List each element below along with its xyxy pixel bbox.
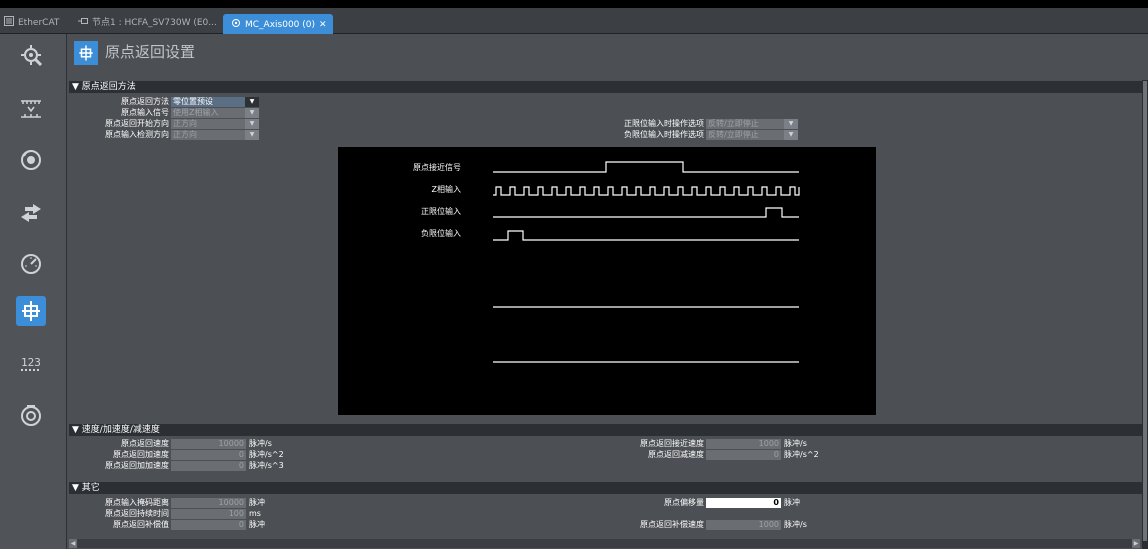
compensation-unit: 脉冲 xyxy=(249,520,265,529)
window-top-strip xyxy=(0,0,1148,8)
unit-conversion-icon[interactable] xyxy=(16,94,46,124)
homing-speed-field[interactable]: 10000 xyxy=(171,439,246,449)
settings-sidebar: 123 xyxy=(0,34,67,549)
input-signal-label: 原点输入信号 xyxy=(121,108,169,117)
homing-speed-unit: 脉冲/s xyxy=(249,439,272,448)
input-signal-select[interactable]: 使用Z相输入 ▼ xyxy=(171,108,259,118)
mask-distance-field[interactable]: 10000 xyxy=(171,498,246,508)
servo-drive-icon[interactable] xyxy=(16,400,46,430)
detect-direction-value: 正方向 xyxy=(173,130,197,139)
comp-speed-label: 原点返回补偿速度 xyxy=(640,520,704,529)
homing-jerk-field[interactable]: 0 xyxy=(171,461,246,471)
start-direction-select[interactable]: 正方向 ▼ xyxy=(171,119,259,129)
chevron-down-icon: ▼ xyxy=(245,108,259,118)
homing-method-select[interactable]: 零位置预设 ▼ xyxy=(171,97,259,107)
start-direction-label: 原点返回开始方向 xyxy=(105,119,169,128)
node-icon xyxy=(78,13,88,24)
pos-limit-label: 正限位输入时操作选项 xyxy=(624,119,704,128)
homing-title-icon xyxy=(74,41,98,65)
vertical-scroll-thumb[interactable] xyxy=(1143,81,1147,541)
start-direction-value: 正方向 xyxy=(173,119,197,128)
home-offset-label: 原点偏移量 xyxy=(664,498,704,507)
compensation-field[interactable]: 0 xyxy=(171,520,246,530)
chevron-down-icon: ▼ xyxy=(784,130,798,140)
detect-direction-label: 原点输入检测方向 xyxy=(105,130,169,139)
hold-time-field[interactable]: 100 xyxy=(171,509,246,519)
home-offset-field[interactable]: 0 xyxy=(706,498,781,508)
waveform-pos-limit xyxy=(493,207,799,218)
homing-acc-unit: 脉冲/s^2 xyxy=(249,450,284,459)
homing-jerk-label: 原点返回加加速度 xyxy=(105,461,169,470)
homing-speed-label: 原点返回速度 xyxy=(121,439,169,448)
other-operation-icon[interactable] xyxy=(16,198,46,228)
position-count-icon[interactable]: 123 xyxy=(16,348,46,378)
approach-speed-unit: 脉冲/s xyxy=(784,439,807,448)
homing-acc-label: 原点返回加速度 xyxy=(113,450,169,459)
section-header-speed[interactable]: ▼ 速度/加速度/减速度 xyxy=(69,424,1142,436)
comp-speed-unit: 脉冲/s xyxy=(784,520,807,529)
neg-limit-select[interactable]: 反转/立即停止 ▼ xyxy=(706,130,798,140)
mask-distance-label: 原点输入掩码距离 xyxy=(105,498,169,507)
homing-dec-unit: 脉冲/s^2 xyxy=(784,450,819,459)
svg-text:123: 123 xyxy=(21,356,41,369)
section-header-homing-method[interactable]: ▼ 原点返回方法 xyxy=(69,81,1142,93)
comp-speed-field[interactable]: 1000 xyxy=(706,520,781,530)
tab-label: MC_Axis000 (0) xyxy=(245,20,316,30)
tab-ethercat[interactable]: EtherCAT xyxy=(4,12,59,34)
mask-distance-unit: 脉冲 xyxy=(249,498,265,507)
section-header-other[interactable]: ▼ 其它 xyxy=(69,482,1142,494)
tab-mc-axis000[interactable]: MC_Axis000 (0) ✕ xyxy=(223,14,333,36)
scroll-left-icon[interactable]: ◀ xyxy=(69,539,77,548)
pos-limit-value: 反转/立即停止 xyxy=(708,119,759,128)
tab-node1[interactable]: 节点1 : HCFA_SV730W (E0... xyxy=(78,12,217,34)
compensation-label: 原点返回补偿值 xyxy=(113,520,169,529)
horizontal-scrollbar[interactable]: ◀ ▶ xyxy=(69,539,1140,548)
chevron-down-icon: ▼ xyxy=(245,119,259,129)
chevron-down-icon: ▼ xyxy=(245,97,259,107)
waveform-origin-proximity xyxy=(493,161,799,173)
document-tab-bar: EtherCAT 节点1 : HCFA_SV730W (E0... MC_Axi… xyxy=(0,8,1148,36)
homing-settings-icon[interactable] xyxy=(16,296,46,326)
homing-method-label: 原点返回方法 xyxy=(121,97,169,106)
homing-timing-diagram: 原点接近信号 Z相输入 正限位输入 负限位输入 xyxy=(338,147,876,415)
chevron-down-icon: ▼ xyxy=(784,119,798,129)
home-offset-unit: 脉冲 xyxy=(784,498,800,507)
approach-speed-field[interactable]: 1000 xyxy=(706,439,781,449)
tab-label: EtherCAT xyxy=(18,18,60,28)
homing-dec-label: 原点返回减速度 xyxy=(648,450,704,459)
input-signal-value: 使用Z相输入 xyxy=(173,108,219,117)
network-icon xyxy=(4,13,14,26)
homing-jerk-unit: 脉冲/s^3 xyxy=(249,461,284,470)
detect-direction-select[interactable]: 正方向 ▼ xyxy=(171,130,259,140)
neg-limit-value: 反转/立即停止 xyxy=(708,130,759,139)
operation-settings-icon[interactable] xyxy=(16,145,46,175)
homing-acc-field[interactable]: 0 xyxy=(171,450,246,460)
page-title: 原点返回设置 xyxy=(105,43,196,61)
close-icon[interactable]: ✕ xyxy=(319,20,327,30)
scroll-right-icon[interactable]: ▶ xyxy=(1132,539,1140,548)
approach-speed-label: 原点返回接近速度 xyxy=(640,439,704,448)
waveform-neg-limit xyxy=(493,230,799,241)
chevron-down-icon: ▼ xyxy=(245,130,259,140)
homing-settings-panel: 原点返回设置 ▼ 原点返回方法 原点返回方法 零位置预设 ▼ 原点输入信号 使用… xyxy=(67,34,1148,549)
homing-dec-field[interactable]: 0 xyxy=(706,450,781,460)
timing-waveforms xyxy=(493,161,800,363)
waveform-z-phase xyxy=(493,186,800,196)
limit-settings-icon[interactable] xyxy=(16,249,46,279)
tab-label: 节点1 : HCFA_SV730W (E0... xyxy=(92,18,217,28)
hold-time-unit: ms xyxy=(249,509,261,518)
neg-limit-label: 负限位输入时操作选项 xyxy=(624,130,704,139)
axis-settings-icon[interactable] xyxy=(16,40,46,70)
axis-icon xyxy=(231,15,241,27)
pos-limit-select[interactable]: 反转/立即停止 ▼ xyxy=(706,119,798,129)
hold-time-label: 原点返回持续时间 xyxy=(105,509,169,518)
homing-method-value: 零位置预设 xyxy=(173,97,213,106)
